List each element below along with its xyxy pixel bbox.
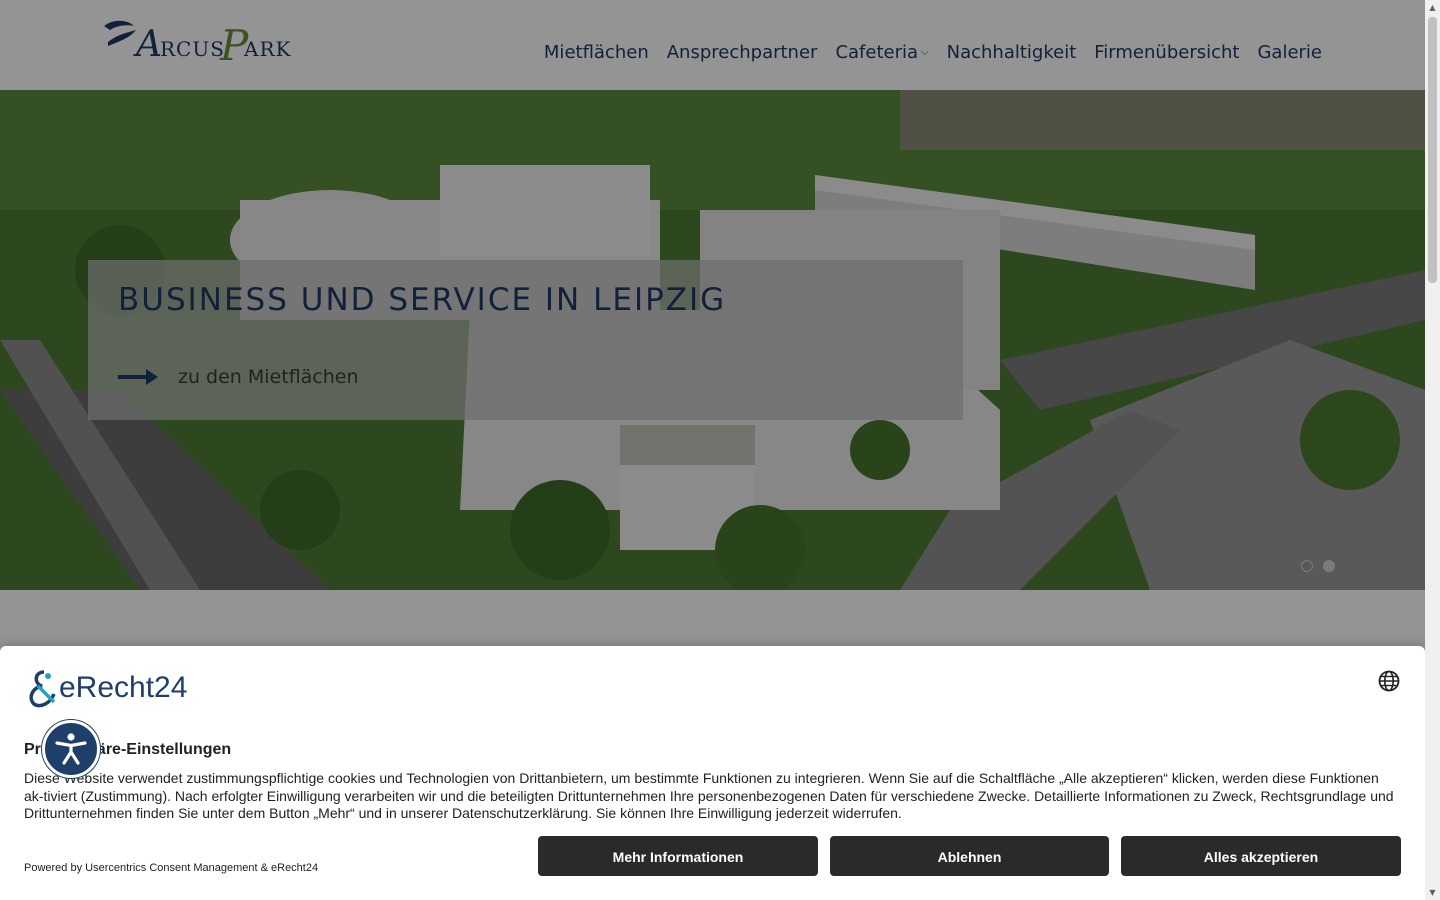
accept-all-button[interactable]: Alles akzeptieren: [1121, 836, 1401, 876]
scroll-down-icon[interactable]: ▼: [1425, 885, 1440, 900]
decline-button[interactable]: Ablehnen: [830, 836, 1109, 876]
page: A RCUS P ARK Mietflächen Ansprechpartner…: [0, 0, 1425, 900]
page-scrollbar[interactable]: ▲ ▼: [1425, 0, 1440, 900]
globe-icon[interactable]: [1378, 670, 1400, 692]
more-information-button[interactable]: Mehr Informationen: [538, 836, 818, 876]
consent-text: Diese Website verwendet zustimmungspflic…: [24, 770, 1394, 821]
accessibility-button[interactable]: [42, 720, 100, 778]
erecht24-brand: eRecht24: [59, 671, 188, 704]
scroll-up-icon[interactable]: ▲: [1425, 0, 1440, 15]
consent-dialog: eRecht24 Privatsphäre-Einstellungen Dies…: [0, 646, 1425, 900]
powered-by: Powered by Usercentrics Consent Manageme…: [24, 862, 319, 874]
scroll-thumb[interactable]: [1428, 17, 1437, 283]
erecht24-mark-icon: [29, 670, 56, 708]
erecht24-logo: eRecht24: [24, 668, 187, 708]
accessibility-icon: [55, 733, 87, 765]
